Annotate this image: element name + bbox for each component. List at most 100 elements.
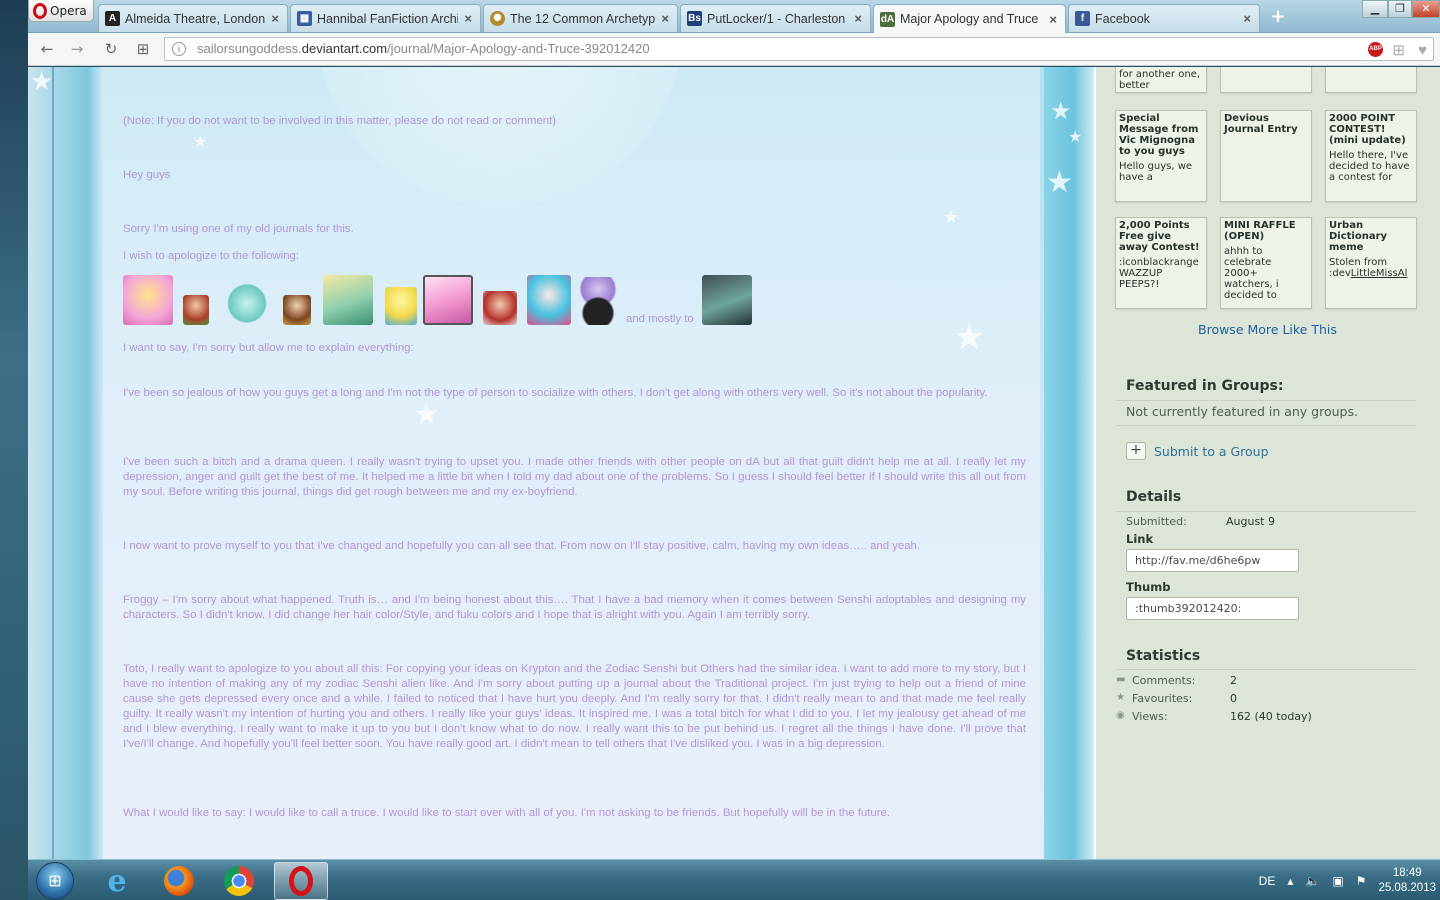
windows-taskbar: ⊞ e DE ▴ 🔈 ▣ ⚑ 18:49 25.08.2013 [28,859,1440,900]
paragraph-jealous: I've been so jealous of how you guys get… [123,387,988,399]
thumb-card[interactable]: Devious Journal Entry [1220,110,1312,202]
and-mostly-to-text: and mostly to [626,313,694,325]
desktop-edge [0,0,28,900]
close-tab-icon[interactable]: × [854,11,862,26]
minimize-button[interactable]: ▁ [1362,0,1388,18]
pink-heart-avatar-icon [123,275,173,325]
address-toolbar: ← → ↻ ⊞ i sailorsungoddess.deviantart.co… [28,33,1440,66]
avatar-icons-row: and mostly to [123,275,763,327]
speed-dial-grid-icon[interactable]: ⊞ [132,39,154,59]
close-tab-icon[interactable]: × [1243,11,1251,26]
show-hidden-icons-icon[interactable]: ▴ [1287,874,1293,888]
black-rose-crystal-icon [578,277,618,325]
close-tab-icon[interactable]: × [1049,12,1057,27]
tab-hannibal[interactable]: ▦ Hannibal FanFiction Archive × [290,4,481,32]
thumb-code-field[interactable]: :thumb392012420: [1126,597,1299,620]
sun-favicon-icon: ✺ [490,11,505,26]
thumb-card[interactable]: Urban Dictionary meme Stolen from :devLi… [1325,217,1417,309]
thumb-title: Special Message from Vic Mignogna to you… [1119,113,1199,157]
paragraph-truce: What I would like to say: I would like t… [123,807,890,819]
link-field[interactable]: http://fav.me/d6he6pw [1126,549,1299,572]
firefox-icon[interactable] [152,862,206,900]
chrome-icon[interactable] [212,862,266,900]
almeida-favicon-icon: A [105,11,120,26]
volume-icon[interactable]: 🔈 [1305,874,1320,888]
address-bar[interactable]: i sailorsungoddess.deviantart.com/journa… [164,37,1434,61]
submit-to-group-label: Submit to a Group [1154,443,1269,459]
submit-to-group-button[interactable]: + Submit to a Group [1126,442,1269,460]
tab-putlocker[interactable]: Bs PutLocker/1 - Charleston × [680,4,871,32]
network-icon[interactable]: ▣ [1332,874,1343,888]
browse-more-link[interactable]: Browse More Like This [1198,322,1337,337]
forward-arrow-icon[interactable]: → [66,39,88,59]
opera-menu-button[interactable]: Opera [28,0,94,22]
opera-logo-icon [33,2,47,19]
adblock-icon[interactable]: ABP [1368,42,1383,57]
star-decoration-icon: ★ [30,67,54,97]
close-tab-icon[interactable]: × [464,11,472,26]
start-button[interactable]: ⊞ [36,862,74,900]
favourites-label: Favourites: [1132,692,1193,705]
system-clock[interactable]: 18:49 25.08.2013 [1378,866,1436,896]
tab-facebook[interactable]: f Facebook × [1068,4,1260,32]
thumb-label: Thumb [1126,580,1171,594]
right-sidebar: for another one, better Special Message … [1096,67,1440,859]
heart-bookmark-icon[interactable]: ♥ [1418,40,1427,62]
reload-icon[interactable]: ↻ [100,39,122,59]
paragraph-froggy: Froggy – I'm sorry about what happened. … [123,594,1026,621]
thumb-card[interactable]: MINI RAFFLE (OPEN) ahhh to celebrate 200… [1220,217,1312,309]
thumb-excerpt: Hello there, I've decided to have a cont… [1329,150,1410,183]
yellow-chibi-icon [385,287,417,325]
red-chibi-icon [483,291,517,325]
action-center-flag-icon[interactable]: ⚑ [1356,874,1367,888]
featured-groups-heading: Featured in Groups: [1126,378,1284,394]
star-decoration-icon: ★ [1046,165,1073,200]
maximize-button[interactable]: ❐ [1388,0,1412,18]
blonde-senshi-avatar-icon [323,275,373,325]
speed-dial-add-icon[interactable]: ⊞ [1392,40,1405,62]
tab-title: Hannibal FanFiction Archive [317,11,459,26]
language-indicator[interactable]: DE [1259,874,1276,888]
views-label: Views: [1132,710,1168,723]
thumb-excerpt: Hello guys, we have a [1119,161,1193,183]
back-arrow-icon[interactable]: ← [36,39,58,59]
deviantart-favicon-icon: dA [880,11,895,27]
thumb-card[interactable]: Special Message from Vic Mignogna to you… [1115,110,1207,202]
user-link[interactable]: LittleMissAl [1351,268,1408,279]
internet-explorer-icon[interactable]: e [90,862,144,900]
clock-date: 25.08.2013 [1378,881,1436,894]
submitted-value: August 9 [1226,515,1275,528]
facebook-favicon-icon: f [1075,11,1090,26]
thumb-title: Urban Dictionary meme [1329,220,1388,253]
close-tab-icon[interactable]: × [661,11,669,26]
details-heading: Details [1126,489,1182,505]
close-tab-icon[interactable]: × [271,11,279,26]
close-window-button[interactable]: ✕ [1412,0,1440,18]
thumb-title: MINI RAFFLE (OPEN) [1224,220,1296,242]
thumb-card[interactable] [1325,67,1417,93]
tab-archetypes[interactable]: ✺ The 12 Common Archetypes × [483,4,678,32]
tab-almeida[interactable]: A Almeida Theatre, London × [98,4,288,32]
thumb-card[interactable]: 2,000 Points Free give away Contest! :ic… [1115,217,1207,309]
tab-major-apology[interactable]: dA Major Apology and Truce × [873,4,1066,33]
paragraph-toto: Toto, I really want to apologize to you … [123,663,1026,750]
green-skinned-avatar-icon [702,275,752,325]
thumb-card[interactable]: 2000 POINT CONTEST! (mini update) Hello … [1325,110,1417,202]
thumb-card[interactable]: for another one, better [1115,67,1207,93]
explain-text: I want to say, I'm sorry but allow me to… [123,342,414,354]
note-text: (Note: If you do not want to be involved… [123,115,557,127]
url-domain: deviantart.com [301,41,388,56]
apologize-to-text: I wish to apologize to the following: [123,250,300,262]
paragraph-prove: I now want to prove myself to you that I… [123,540,921,552]
tab-title: The 12 Common Archetypes [510,11,656,26]
site-info-icon[interactable]: i [172,42,186,56]
featured-groups-text: Not currently featured in any groups. [1126,404,1358,419]
opera-taskbar-icon[interactable] [274,862,328,900]
thumb-card[interactable] [1220,67,1312,93]
thumb-title: 2000 POINT CONTEST! (mini update) [1329,113,1406,146]
thumb-excerpt: Stolen from :devLittleMissAl [1329,257,1408,279]
greeting-text: Hey guys [123,169,171,181]
clock-time: 18:49 [1392,866,1422,879]
new-tab-button[interactable]: + [1267,7,1289,27]
journal-background: ★ ★ ★ ★ ★ ★ ★ ★ (Note: If you do not wan… [28,67,1096,859]
